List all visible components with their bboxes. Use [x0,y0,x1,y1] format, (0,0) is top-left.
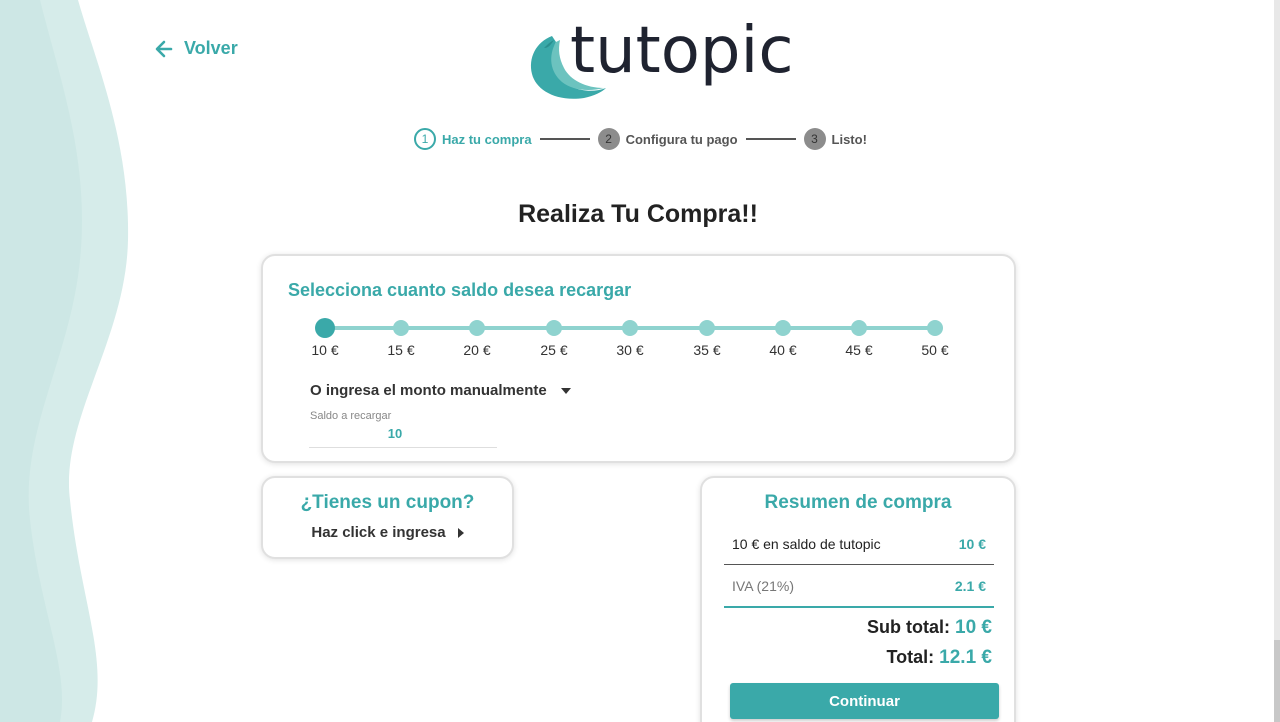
slider-option-label: 40 € [769,342,797,358]
slider-dot[interactable] [775,320,791,336]
page-title: Realiza Tu Compra!! [518,200,758,228]
coupon-link[interactable]: Haz click e ingresa [263,524,512,541]
step-3-label: Listo! [831,131,867,147]
total-label: Total: [886,647,935,667]
slider-option-label: 20 € [463,342,491,358]
manual-input-label: Saldo a recargar [310,410,392,422]
slider-option-label: 30 € [616,342,644,358]
step-3-number: 3 [803,128,826,150]
slider-option[interactable]: 25 € [540,316,568,366]
back-button[interactable]: Volver [154,38,238,59]
manual-amount-input[interactable]: Saldo a recargar 10 [309,410,497,448]
step-2-number: 2 [597,128,620,150]
manual-input-value[interactable]: 10 [309,426,481,441]
scrollbar-track[interactable] [1274,0,1280,722]
slider-dot[interactable] [393,320,409,336]
scrollbar-thumb[interactable] [1274,640,1280,722]
summary-card: Resumen de compra 10 € en saldo de tutop… [700,476,1016,722]
subtotal-line: Sub total: 10 € [867,617,992,639]
summary-row-label: 10 € en saldo de tutopic [732,535,881,552]
step-2: 2 Configura tu pago [597,128,738,150]
slider-option-label: 50 € [921,342,949,358]
coupon-card: ¿Tienes un cupon? Haz click e ingresa [261,476,514,559]
slider-option-label: 45 € [845,342,873,358]
continue-button[interactable]: Continuar [730,683,999,719]
summary-row-value: 2.1 € [954,578,986,594]
slider-option[interactable]: 10 € [311,316,339,366]
arrow-left-icon [155,40,173,57]
slider-option-label: 35 € [693,342,721,358]
slider-option[interactable]: 15 € [387,316,415,366]
slider-dot[interactable] [622,320,638,336]
subtotal-value: 10 € [955,617,992,638]
step-connector [539,138,590,140]
slider-option[interactable]: 35 € [693,316,721,366]
summary-row: 10 € en saldo de tutopic 10 € [724,523,994,565]
slider-dot[interactable] [851,320,867,336]
amount-card: Selecciona cuanto saldo desea recargar 1… [261,254,1016,463]
slider-dot[interactable] [315,318,335,338]
checkout-stepper: 1 Haz tu compra 2 Configura tu pago 3 Li… [414,127,867,151]
slider-option[interactable]: 40 € [769,316,797,366]
total-line: Total: 12.1 € [887,647,993,669]
slider-option-label: 15 € [387,342,415,358]
tutopic-logo[interactable]: tutopic [526,14,798,104]
coupon-title: ¿Tienes un cupon? [300,492,475,513]
amount-slider[interactable]: 10 € 15 € 20 € 25 € 30 € 35 € 40 € 45 € [311,316,949,366]
amount-heading: Selecciona cuanto saldo desea recargar [288,280,632,300]
total-value: 12.1 € [939,647,992,668]
slider-dot[interactable] [699,320,715,336]
step-connector [745,138,796,140]
step-3: 3 Listo! [803,128,867,150]
logo-wordmark: tutopic [570,14,794,88]
slider-option-label: 25 € [540,342,568,358]
step-1-label: Haz tu compra [442,131,532,147]
step-1: 1 Haz tu compra [414,128,532,150]
caret-right-icon [457,527,464,538]
slider-option[interactable]: 50 € [921,316,949,366]
slider-option[interactable]: 20 € [463,316,491,366]
step-1-number: 1 [414,128,436,150]
slider-option[interactable]: 45 € [845,316,873,366]
summary-row-label: IVA (21%) [732,578,794,594]
slider-option-label: 10 € [311,342,339,358]
back-label: Volver [184,38,238,58]
summary-row: IVA (21%) 2.1 € [724,566,994,608]
manual-toggle-label: O ingresa el monto manualmente [310,382,547,399]
summary-title: Resumen de compra [764,492,952,513]
slider-dot[interactable] [469,320,485,336]
manual-amount-toggle[interactable]: O ingresa el monto manualmente [310,382,571,399]
slider-dot[interactable] [927,320,943,336]
caret-down-icon [560,387,571,394]
coupon-link-label: Haz click e ingresa [311,524,446,541]
slider-dot[interactable] [546,320,562,336]
slider-option[interactable]: 30 € [616,316,644,366]
summary-row-value: 10 € [958,535,986,552]
step-2-label: Configura tu pago [625,131,738,147]
subtotal-label: Sub total: [867,617,950,637]
background-wave-decoration [0,0,129,722]
